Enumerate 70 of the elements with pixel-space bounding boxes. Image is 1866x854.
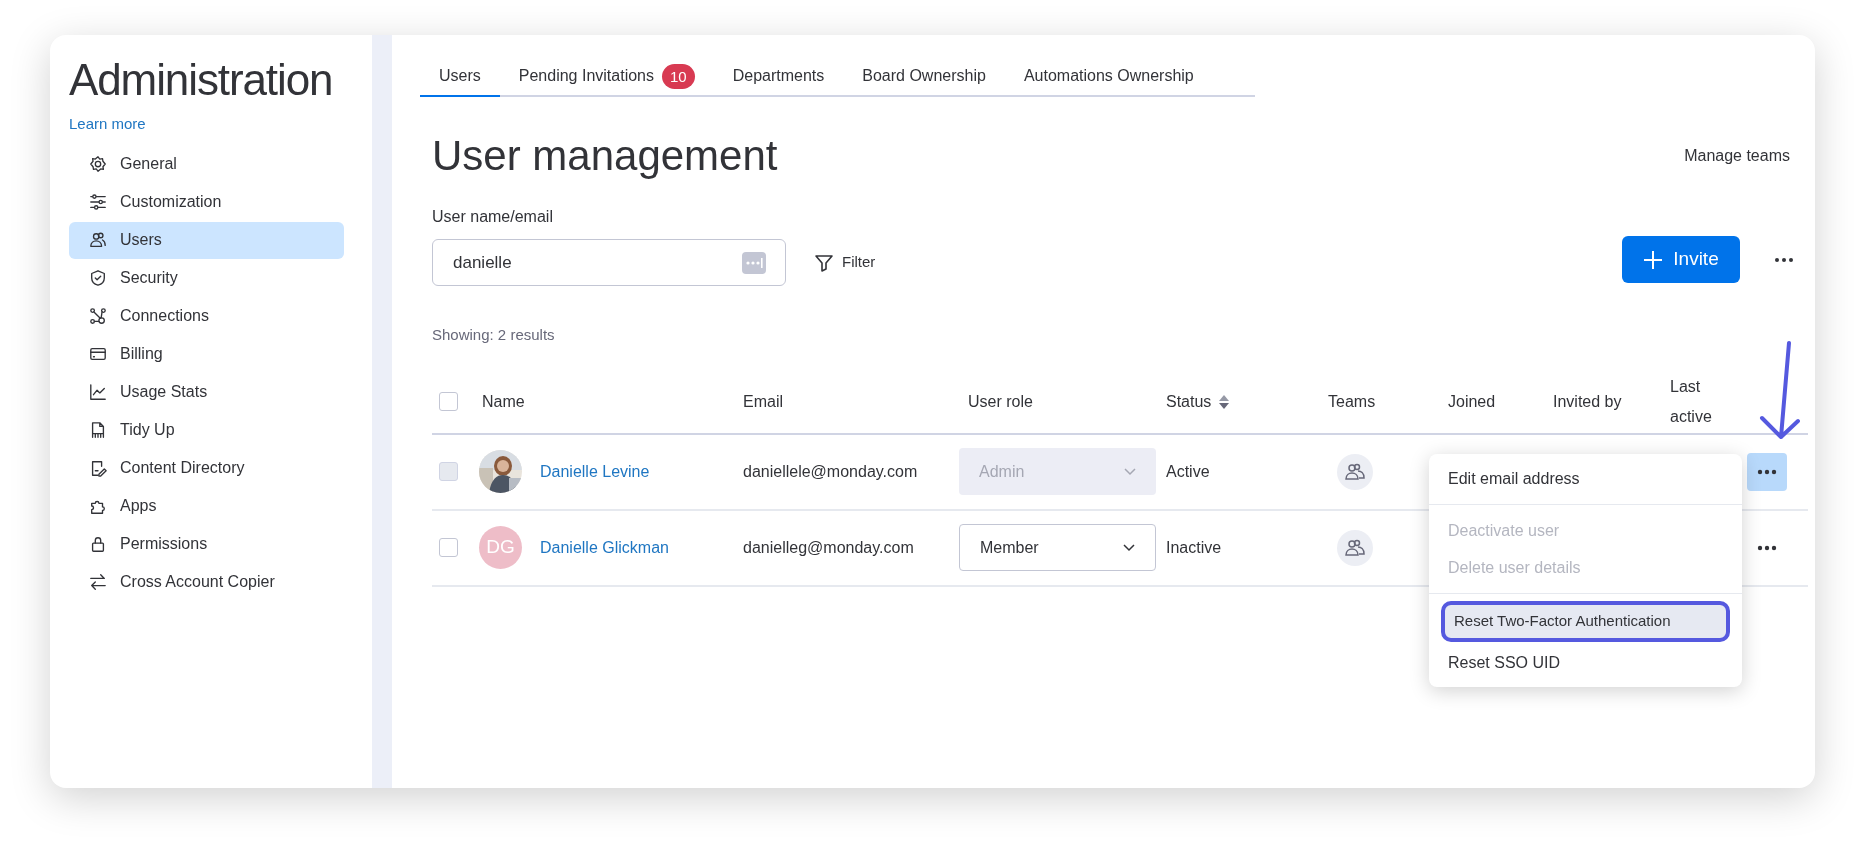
sidebar-item[interactable]: Tidy Up — [69, 411, 344, 449]
tab[interactable]: Users — [420, 57, 500, 97]
gear-icon — [89, 155, 107, 173]
avatar-initials: DG — [479, 526, 522, 569]
sliders-icon — [89, 193, 107, 211]
column-header: Teams — [1328, 391, 1376, 412]
column-header: Joined — [1448, 391, 1496, 412]
sidebar-item[interactable]: General — [69, 145, 344, 183]
menu-item[interactable]: Reset SSO UID — [1429, 644, 1742, 681]
count-badge: 10 — [662, 63, 695, 89]
filter-icon — [814, 252, 834, 273]
user-name-link[interactable]: Danielle Levine — [540, 459, 650, 484]
column-header: Last active — [1670, 376, 1713, 427]
invite-button[interactable]: Invite — [1622, 236, 1740, 283]
column-header: User role — [968, 391, 1033, 412]
more-options-icon — [1757, 544, 1777, 551]
email-text: daniellele@monday.com — [743, 462, 918, 480]
filter-button[interactable]: Filter — [810, 245, 880, 280]
select-all-checkbox[interactable] — [439, 392, 458, 411]
teams-icon[interactable] — [1337, 453, 1373, 490]
column-header: Invited by — [1553, 391, 1622, 412]
tab[interactable]: Pending Invitations 10 — [499, 57, 714, 97]
manage-teams-link[interactable]: Manage teams — [1684, 144, 1790, 168]
field-label: User name/email — [432, 207, 554, 227]
sidebar-item[interactable]: Customization — [69, 183, 344, 221]
row-checkbox[interactable] — [439, 538, 458, 557]
people-icon — [89, 231, 107, 249]
teams-icon[interactable] — [1337, 529, 1373, 566]
swap-arrows-icon — [89, 573, 107, 591]
results-count: Showing: 2 results — [432, 325, 556, 345]
sidebar-item[interactable]: Cross Account Copier — [69, 563, 344, 601]
menu-item[interactable]: Edit email address — [1429, 460, 1742, 497]
sidebar-item[interactable]: Apps — [69, 487, 344, 525]
tab[interactable]: Board Ownership — [843, 57, 1005, 97]
status-text: Active — [1166, 462, 1210, 480]
menu-item[interactable]: Reset Two-Factor Authentication — [1441, 601, 1730, 642]
user-name-link[interactable]: Danielle Glickman — [540, 535, 669, 560]
chevron-down-icon — [1123, 543, 1135, 552]
more-options-icon — [1757, 468, 1777, 475]
page-heading: User management — [432, 131, 778, 181]
chevron-down-icon — [1124, 467, 1136, 476]
search-field[interactable]: danielle — [432, 239, 786, 286]
sidebar-item[interactable]: Users — [69, 221, 344, 259]
sidebar-item[interactable]: Content Directory — [69, 449, 344, 487]
row-actions-button[interactable] — [1747, 452, 1787, 491]
learn-more-link[interactable]: Learn more — [69, 113, 146, 136]
sidebar-item[interactable]: Connections — [69, 297, 344, 335]
tab[interactable]: Automations Ownership — [1004, 57, 1213, 97]
role-dropdown[interactable]: Member — [959, 524, 1156, 571]
page-title: Administration — [69, 54, 334, 106]
card-icon — [89, 345, 107, 363]
more-options-icon[interactable] — [1774, 256, 1794, 263]
nodes-icon — [89, 307, 107, 325]
sort-icon[interactable] — [1219, 394, 1230, 409]
email-text: danielleg@monday.com — [743, 538, 914, 556]
sidebar-item[interactable]: Security — [69, 259, 344, 297]
plus-icon — [1643, 249, 1664, 270]
sidebar-item[interactable]: Permissions — [69, 525, 344, 563]
status-text: Inactive — [1166, 538, 1222, 556]
document-edit-icon — [89, 459, 107, 477]
shield-icon — [89, 269, 107, 287]
receipt-icon — [89, 421, 107, 439]
lock-icon — [89, 535, 107, 553]
chart-icon — [89, 383, 107, 401]
sidebar-item[interactable]: Usage Stats — [69, 373, 344, 411]
sidebar-item[interactable]: Billing — [69, 335, 344, 373]
column-header: Email — [743, 391, 783, 412]
tab[interactable]: Departments — [713, 57, 844, 97]
column-header: Status — [1166, 391, 1212, 412]
column-header: Name — [482, 391, 525, 412]
